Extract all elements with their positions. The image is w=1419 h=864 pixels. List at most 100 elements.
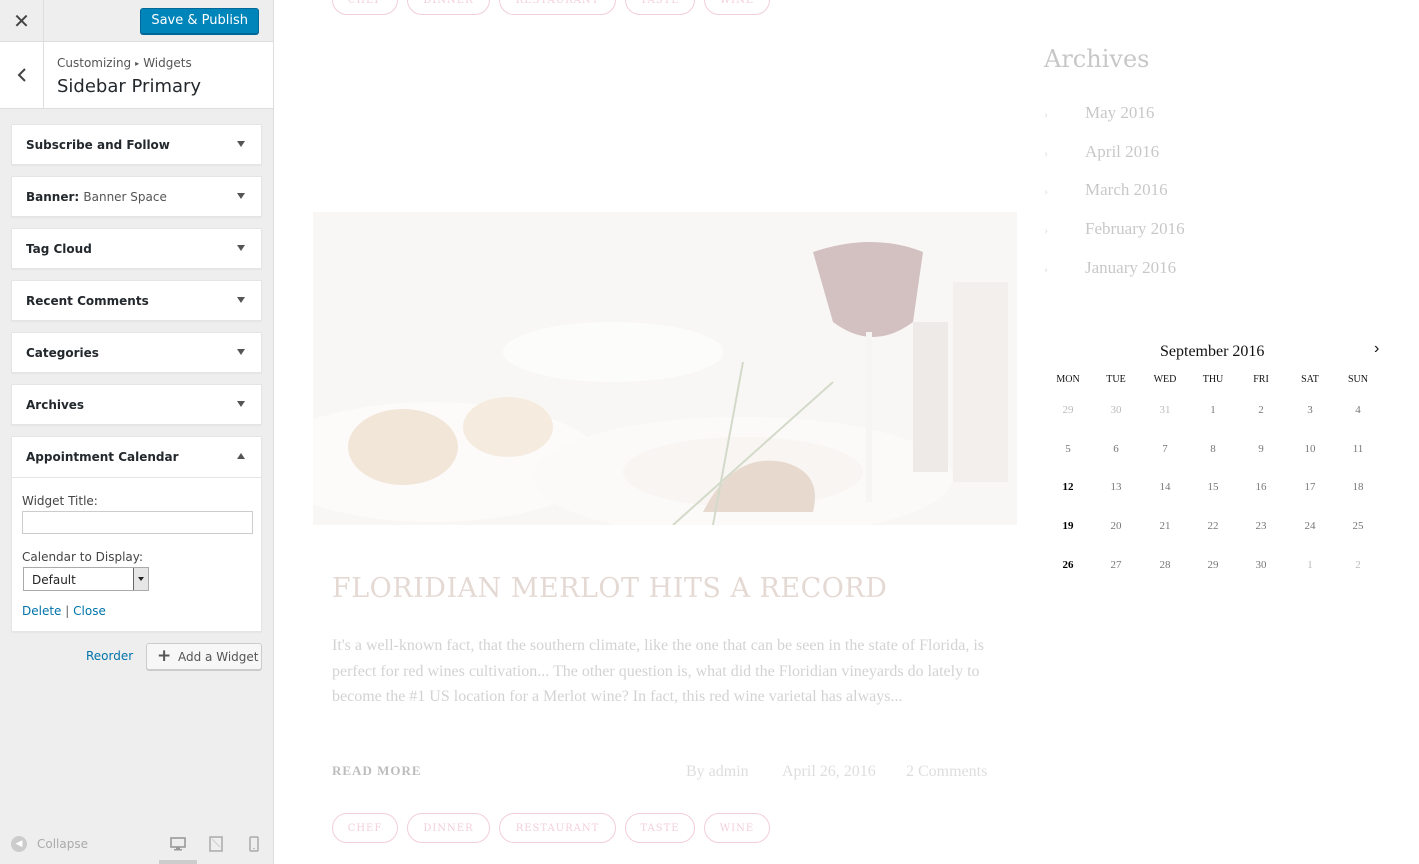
- calendar-day[interactable]: 19: [1048, 520, 1088, 532]
- calendar-day[interactable]: 18: [1338, 481, 1378, 493]
- widget-appointment-calendar: Appointment Calendar Widget Title: Calen…: [11, 436, 262, 632]
- add-widget-button[interactable]: + Add a Widget: [146, 643, 262, 670]
- tag-restaurant-top[interactable]: RESTAURANT: [499, 0, 616, 15]
- chevron-right-icon: ›: [1044, 262, 1048, 276]
- calendar-day[interactable]: 29: [1193, 559, 1233, 571]
- post-title[interactable]: FLORIDIAN MERLOT HITS A RECORD: [332, 573, 887, 604]
- widget-tag-cloud[interactable]: Tag Cloud: [11, 228, 262, 269]
- chevron-right-icon: ›: [1044, 146, 1048, 160]
- calendar-month-title: September 2016: [1160, 343, 1265, 360]
- calendar-day[interactable]: 12: [1048, 481, 1088, 493]
- tag-chef[interactable]: CHEF: [332, 813, 398, 843]
- widget-title: Categories: [26, 346, 99, 360]
- calendar-day[interactable]: 4: [1338, 404, 1378, 416]
- calendar-day[interactable]: 26: [1048, 559, 1088, 571]
- collapse-arrow-icon[interactable]: [237, 453, 245, 459]
- delete-link[interactable]: Delete: [22, 604, 61, 618]
- calendar-day[interactable]: 30: [1241, 559, 1281, 571]
- widget-banner[interactable]: Banner: Banner Space: [11, 176, 262, 217]
- calendar-day[interactable]: 25: [1338, 520, 1378, 532]
- calendar-select[interactable]: Default: [23, 567, 149, 591]
- calendar-select-value: Default: [32, 573, 76, 587]
- close-icon[interactable]: ✕: [0, 0, 44, 42]
- save-publish-button[interactable]: Save & Publish: [140, 8, 259, 34]
- calendar-day[interactable]: 21: [1145, 520, 1185, 532]
- widget-title[interactable]: Appointment Calendar: [26, 450, 179, 464]
- widget-title-input[interactable]: [22, 511, 253, 534]
- calendar-day[interactable]: 24: [1290, 520, 1330, 532]
- dropdown-arrow-icon[interactable]: [133, 568, 148, 590]
- archive-label[interactable]: March 2016: [1085, 180, 1168, 200]
- archive-label[interactable]: January 2016: [1085, 258, 1176, 278]
- calendar-day[interactable]: 2: [1241, 404, 1281, 416]
- post-featured-image[interactable]: [313, 212, 1017, 525]
- calendar-day[interactable]: 8: [1193, 443, 1233, 455]
- widget-divider: [12, 477, 261, 478]
- calendar-day[interactable]: 2: [1338, 559, 1378, 571]
- widget-subscribe-and-follow[interactable]: Subscribe and Follow: [11, 124, 262, 165]
- widget-archives[interactable]: Archives: [11, 384, 262, 425]
- add-widget-label: Add a Widget: [178, 650, 259, 664]
- calendar-day[interactable]: 10: [1290, 443, 1330, 455]
- site-preview: CHEF DINNER RESTAURANT TASTE WINE FLORID…: [274, 0, 1419, 864]
- calendar-day[interactable]: 23: [1241, 520, 1281, 532]
- calendar-day[interactable]: 7: [1145, 443, 1185, 455]
- section-header: Customizing ▸ Widgets Sidebar Primary: [0, 42, 273, 109]
- reorder-link[interactable]: Reorder: [86, 649, 133, 663]
- calendar-day[interactable]: 9: [1241, 443, 1281, 455]
- tag-restaurant[interactable]: RESTAURANT: [499, 813, 616, 843]
- calendar-day[interactable]: 17: [1290, 481, 1330, 493]
- close-link[interactable]: Close: [73, 604, 106, 618]
- post-author[interactable]: By admin: [686, 763, 749, 781]
- calendar-day[interactable]: 30: [1096, 404, 1136, 416]
- calendar-day[interactable]: 3: [1290, 404, 1330, 416]
- calendar-day-of-week: THU: [1202, 374, 1224, 385]
- expand-arrow-icon: [237, 245, 245, 251]
- calendar-day[interactable]: 1: [1193, 404, 1233, 416]
- post-date[interactable]: April 26, 2016: [782, 763, 876, 781]
- archive-label[interactable]: May 2016: [1085, 103, 1154, 123]
- calendar-day[interactable]: 6: [1096, 443, 1136, 455]
- chevron-right-icon[interactable]: ›: [1374, 340, 1379, 358]
- active-device-indicator: [159, 860, 197, 864]
- post-comments[interactable]: 2 Comments: [906, 763, 987, 781]
- calendar-day[interactable]: 31: [1145, 404, 1185, 416]
- calendar-day[interactable]: 28: [1145, 559, 1185, 571]
- tag-wine-top[interactable]: WINE: [704, 0, 770, 15]
- tag-chef-top[interactable]: CHEF: [332, 0, 398, 15]
- archive-label[interactable]: April 2016: [1085, 142, 1159, 162]
- desktop-preview-icon[interactable]: [170, 836, 186, 857]
- widget-title-type: Banner:: [26, 190, 80, 204]
- tag-wine[interactable]: WINE: [704, 813, 770, 843]
- widget-title: Subscribe and Follow: [26, 138, 170, 152]
- calendar-day[interactable]: 5: [1048, 443, 1088, 455]
- calendar-day[interactable]: 16: [1241, 481, 1281, 493]
- expand-arrow-icon: [237, 401, 245, 407]
- calendar-day[interactable]: 15: [1193, 481, 1233, 493]
- calendar-day[interactable]: 22: [1193, 520, 1233, 532]
- expand-arrow-icon: [237, 349, 245, 355]
- tablet-preview-icon[interactable]: [208, 836, 224, 857]
- mobile-preview-icon[interactable]: [248, 836, 260, 857]
- read-more-link[interactable]: READ MORE: [332, 763, 422, 779]
- calendar-day-of-week: MON: [1056, 374, 1080, 385]
- archive-label[interactable]: February 2016: [1085, 219, 1185, 239]
- calendar-day[interactable]: 29: [1048, 404, 1088, 416]
- calendar-day[interactable]: 13: [1096, 481, 1136, 493]
- calendar-day-of-week: FRI: [1253, 374, 1269, 385]
- calendar-day[interactable]: 14: [1145, 481, 1185, 493]
- back-arrow-icon[interactable]: [0, 42, 44, 108]
- tag-taste[interactable]: TASTE: [625, 813, 695, 843]
- preview-content: CHEF DINNER RESTAURANT TASTE WINE FLORID…: [274, 0, 1419, 864]
- tag-taste-top[interactable]: TASTE: [625, 0, 695, 15]
- tag-dinner-top[interactable]: DINNER: [407, 0, 490, 15]
- calendar-day[interactable]: 1: [1290, 559, 1330, 571]
- calendar-day[interactable]: 27: [1096, 559, 1136, 571]
- calendar-day[interactable]: 11: [1338, 443, 1378, 455]
- widget-recent-comments[interactable]: Recent Comments: [11, 280, 262, 321]
- collapse-button[interactable]: ◀ Collapse: [11, 836, 88, 852]
- collapse-arrow-icon: ◀: [11, 836, 27, 852]
- widget-categories[interactable]: Categories: [11, 332, 262, 373]
- tag-dinner[interactable]: DINNER: [407, 813, 490, 843]
- calendar-day[interactable]: 20: [1096, 520, 1136, 532]
